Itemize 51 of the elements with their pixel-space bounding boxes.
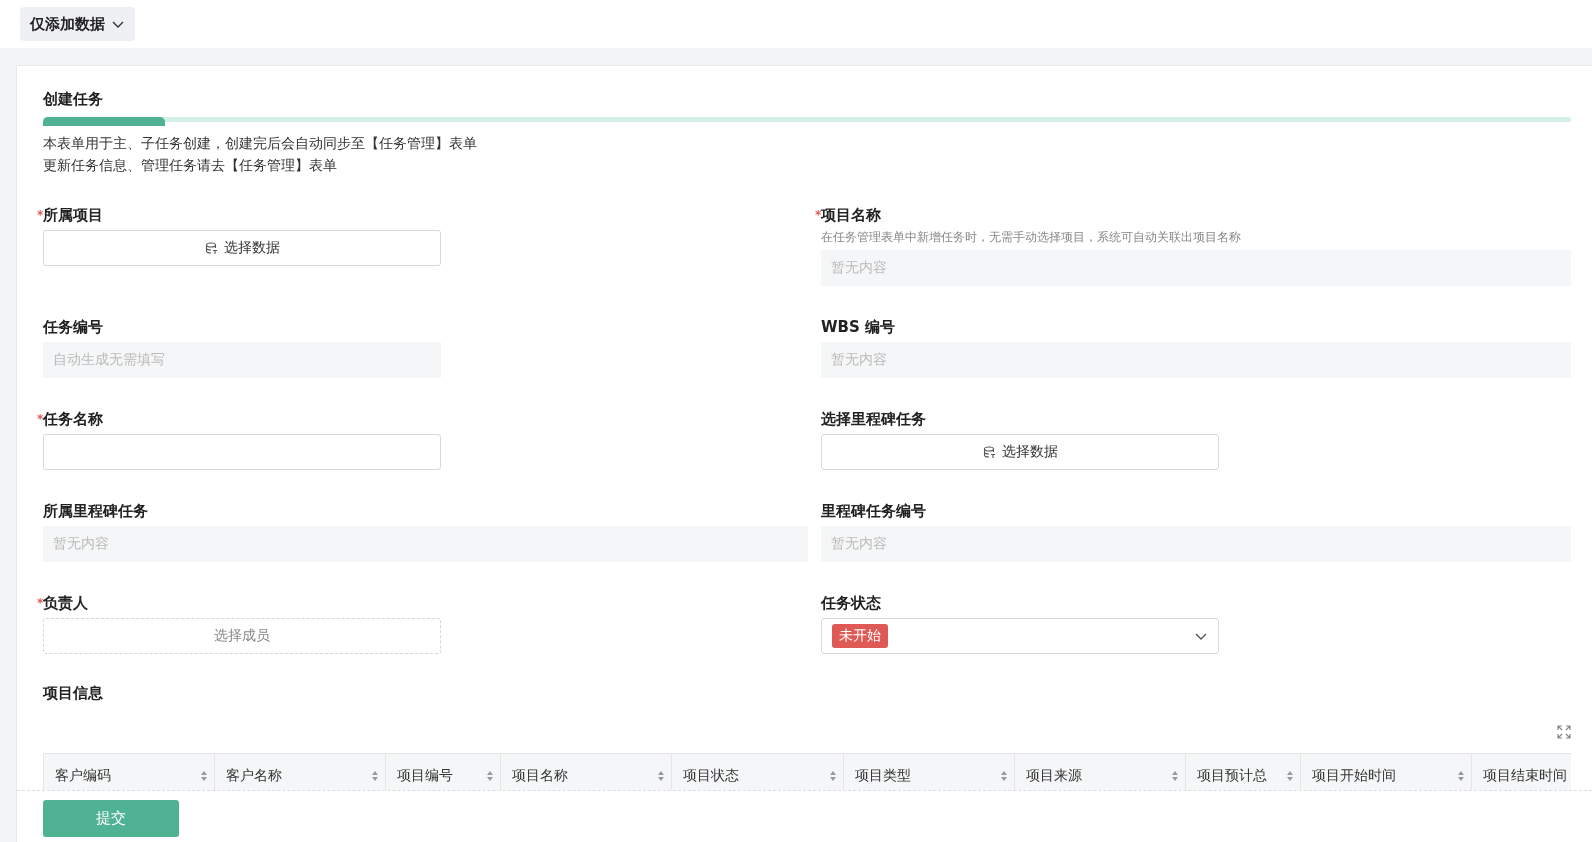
required-mark: * [37,412,43,426]
select-data-button[interactable]: 选择数据 [43,230,441,266]
column-header[interactable]: 项目预计总 [1186,754,1301,790]
description-text: 更新任务信息、管理任务请去【任务管理】表单 [43,156,338,175]
database-icon [982,445,996,459]
field-label: 任务编号 [43,317,103,337]
view-switch[interactable]: 仅添加数据 [20,7,135,41]
sort-icon[interactable] [829,770,837,782]
readonly-field: 暂无内容 [821,342,1571,378]
readonly-field: 自动生成无需填写 [43,342,441,378]
sort-icon[interactable] [1286,770,1294,782]
column-header[interactable]: 项目状态 [672,754,844,790]
column-header[interactable]: 项目名称 [501,754,672,790]
section-title: 项目信息 [43,684,104,703]
field-label: 负责人 [43,593,88,613]
required-mark: * [37,596,43,610]
readonly-field: 暂无内容 [821,526,1571,562]
field-label: 任务名称 [43,409,103,429]
required-mark: * [37,208,43,222]
column-header[interactable]: 项目类型 [844,754,1015,790]
field-label: 选择里程碑任务 [821,409,926,429]
field-label: 里程碑任务编号 [821,501,926,521]
column-header[interactable]: 项目开始时间 [1301,754,1472,790]
sort-icon[interactable] [486,770,494,782]
column-header[interactable]: 项目编号 [386,754,501,790]
field-label: 任务状态 [821,593,881,613]
select-data-button[interactable]: 选择数据 [821,434,1219,470]
column-header[interactable]: 项目结束时间 [1472,754,1571,790]
sort-icon[interactable] [371,770,379,782]
readonly-field: 暂无内容 [43,526,808,562]
description-text: 本表单用于主、子任务创建，创建完后会自动同步至【任务管理】表单 [43,134,478,153]
column-header[interactable]: 项目来源 [1015,754,1186,790]
text-input[interactable] [43,434,441,470]
sort-icon[interactable] [1171,770,1179,782]
database-icon [204,241,218,255]
tab[interactable]: 创建任务 [43,90,1571,109]
required-mark: * [815,208,821,222]
field-label: WBS 编号 [821,317,895,337]
select-member-button[interactable]: 选择成员 [43,618,441,654]
status-select[interactable]: 未开始 [821,618,1219,654]
field-label: 项目名称 [821,205,881,225]
sort-icon[interactable] [1000,770,1008,782]
field-label: 所属项目 [43,205,103,225]
sort-icon[interactable] [657,770,665,782]
sort-icon[interactable] [200,770,208,782]
sort-icon[interactable] [1457,770,1465,782]
field-label: 所属里程碑任务 [43,501,148,521]
readonly-field: 暂无内容 [821,250,1571,286]
column-header[interactable]: 客户名称 [215,754,386,790]
status-tag: 未开始 [832,624,888,648]
field-hint: 在任务管理表单中新增任务时，无需手动选择项目，系统可自动关联出项目名称 [821,229,1242,246]
